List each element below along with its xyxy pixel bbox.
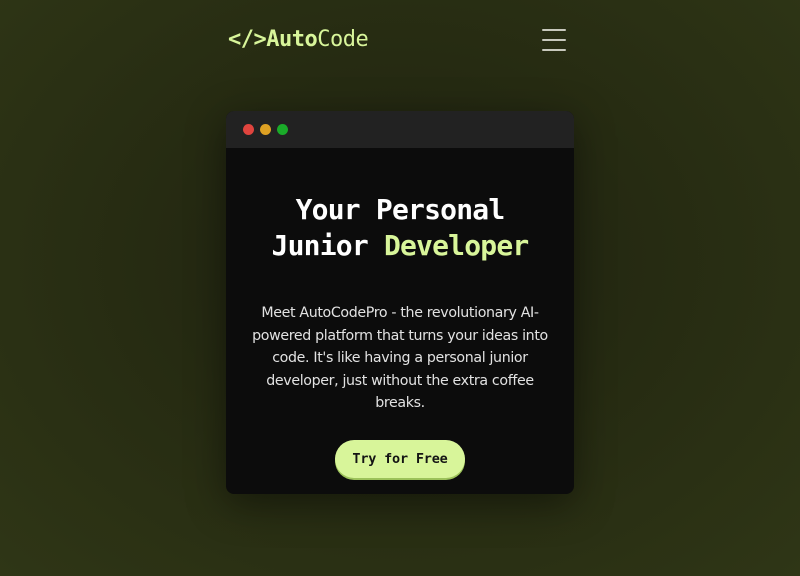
hamburger-menu-icon[interactable] [542, 29, 568, 51]
logo-text-light: Code [317, 27, 369, 52]
headline-line-2-plain: Junior [271, 229, 384, 262]
window-close-dot [243, 124, 254, 135]
headline-line-1: Your Personal [295, 193, 506, 226]
hero-headline: Your Personal Junior Developer [242, 192, 558, 264]
menu-line [542, 39, 566, 41]
hero-content: Your Personal Junior Developer Meet Auto… [226, 192, 574, 478]
try-for-free-button[interactable]: Try for Free [335, 439, 465, 478]
hero-description: Meet AutoCodePro - the revolutionary AI-… [252, 305, 548, 411]
code-window-card: Your Personal Junior Developer Meet Auto… [226, 111, 574, 494]
logo-symbol: </> [228, 27, 267, 52]
window-maximize-dot [277, 124, 288, 135]
headline-accent-word: Developer [383, 229, 529, 262]
logo-text-bold: Auto [266, 27, 318, 52]
menu-line [542, 49, 566, 51]
window-minimize-dot [260, 124, 271, 135]
logo[interactable]: </> Auto Code [228, 24, 369, 56]
site-header: </> Auto Code [228, 24, 572, 56]
window-titlebar [226, 111, 574, 148]
menu-line [542, 29, 566, 31]
